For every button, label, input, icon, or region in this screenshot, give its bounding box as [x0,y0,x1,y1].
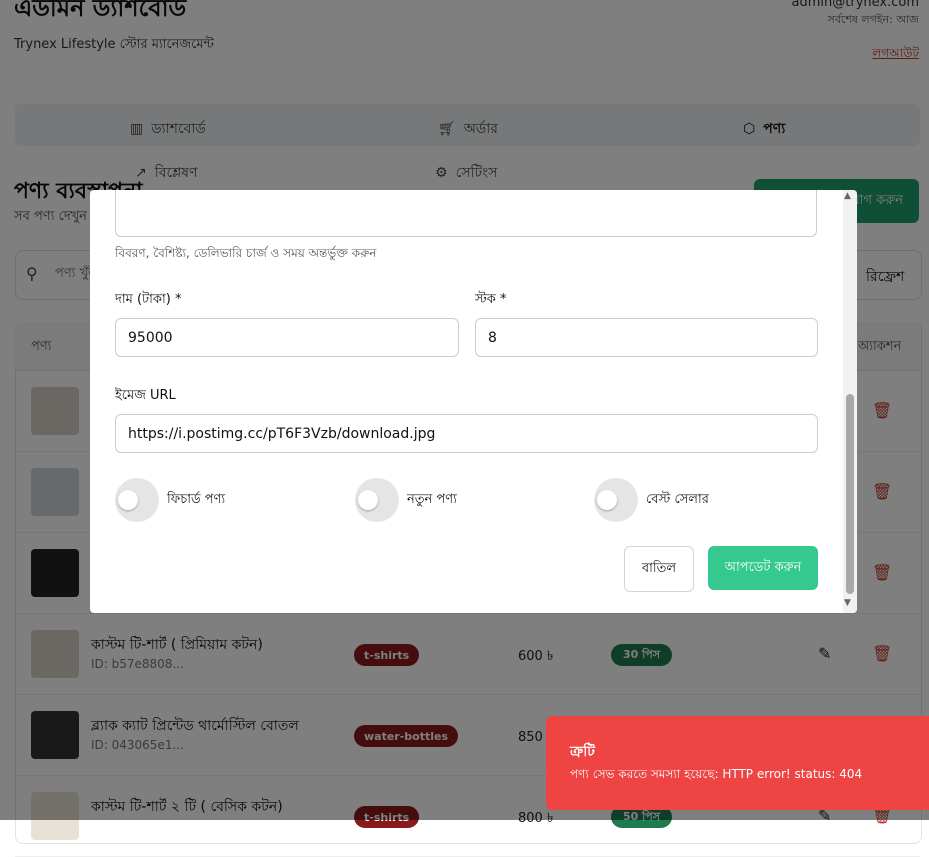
stock-input[interactable] [475,318,818,357]
scrollbar-thumb[interactable] [846,394,854,594]
price-label: দাম (টাকা) * [115,292,182,307]
scroll-down-arrow-icon[interactable]: ▼ [844,598,851,608]
edit-product-modal: বিবরণ, বৈশিষ্ট্য, ডেলিভারি চার্জ ও সময় … [90,190,857,613]
error-toast[interactable]: ত্রুটি পণ্য সেভ করতে সমস্যা হয়েছে: HTTP… [546,716,929,810]
stock-label: স্টক * [475,292,507,307]
image-url-label: ইমেজ URL [115,388,176,403]
toggle-switch[interactable] [355,478,399,522]
description-textarea[interactable] [115,190,817,237]
toggle-switch[interactable] [594,478,638,522]
toggle-label: ফিচার্ড পণ্য [167,491,226,507]
description-help: বিবরণ, বৈশিষ্ট্য, ডেলিভারি চার্জ ও সময় … [115,246,377,260]
best-seller-toggle[interactable]: বেস্ট সেলার [594,478,709,522]
cancel-button[interactable]: বাতিল [624,546,694,592]
toast-title: ত্রুটি [570,744,595,760]
new-product-toggle[interactable]: নতুন পণ্য [355,478,457,522]
featured-toggle[interactable]: ফিচার্ড পণ্য [115,478,225,522]
scroll-up-arrow-icon[interactable]: ▲ [844,191,851,201]
toast-message: পণ্য সেভ করতে সমস্যা হয়েছে: HTTP error!… [570,767,863,781]
toggle-label: নতুন পণ্য [407,491,457,507]
image-url-input[interactable] [115,414,818,453]
toggle-label: বেস্ট সেলার [646,491,709,507]
price-input[interactable] [115,318,459,357]
update-button[interactable]: আপডেট করুন [708,546,818,590]
toggle-switch[interactable] [115,478,159,522]
